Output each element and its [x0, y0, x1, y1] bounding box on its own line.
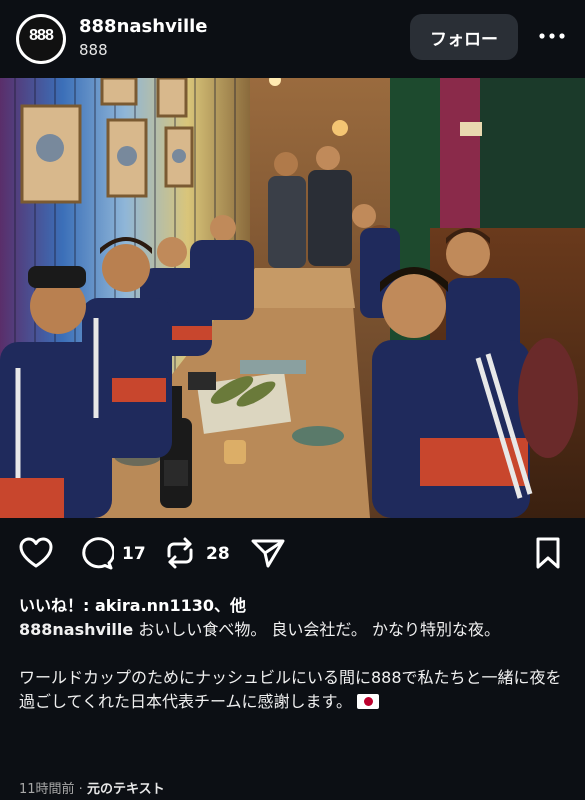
post-header: 888 888nashville 888 フォロー: [0, 0, 585, 78]
avatar-logo: 888: [29, 27, 54, 44]
liked-by-suffix[interactable]: 、他: [214, 596, 246, 615]
separator: ·: [74, 782, 87, 797]
caption-text-1: おいしい食べ物。 良い会社だ。 かなり特別な夜。: [133, 620, 501, 639]
heart-icon[interactable]: [18, 536, 54, 574]
follow-button[interactable]: フォロー: [410, 14, 518, 60]
username[interactable]: 888nashville: [79, 16, 208, 37]
avatar[interactable]: 888: [16, 14, 66, 64]
liked-by-prefix: いいね！:: [19, 596, 95, 615]
caption-text-2: ワールドカップのためにナッシュビルにいる間に888で私たちと一緒に夜を過ごしてく…: [19, 668, 562, 711]
send-icon[interactable]: [250, 536, 286, 574]
timestamp: 11時間前: [19, 782, 75, 797]
post-footer: 11時間前 · 元のテキスト: [19, 778, 165, 797]
liked-by: いいね！: akira.nn1130、他: [19, 592, 246, 616]
subtitle: 888: [79, 41, 108, 59]
post-photo[interactable]: [0, 78, 585, 518]
liked-by-user[interactable]: akira.nn1130: [95, 596, 214, 615]
repost-icon[interactable]: [162, 536, 198, 574]
comment-count: 17: [122, 544, 146, 564]
comment-icon[interactable]: [78, 536, 116, 574]
caption-username[interactable]: 888nashville: [19, 620, 133, 639]
japan-flag-icon: [357, 694, 380, 709]
more-icon[interactable]: [534, 24, 570, 48]
caption: 888nashville おいしい食べ物。 良い会社だ。 かなり特別な夜。 ワー…: [19, 618, 569, 714]
see-original-link[interactable]: 元のテキスト: [87, 782, 165, 797]
repost-count: 28: [206, 544, 230, 564]
action-bar: 17 28: [0, 530, 585, 580]
bookmark-icon[interactable]: [532, 536, 564, 574]
